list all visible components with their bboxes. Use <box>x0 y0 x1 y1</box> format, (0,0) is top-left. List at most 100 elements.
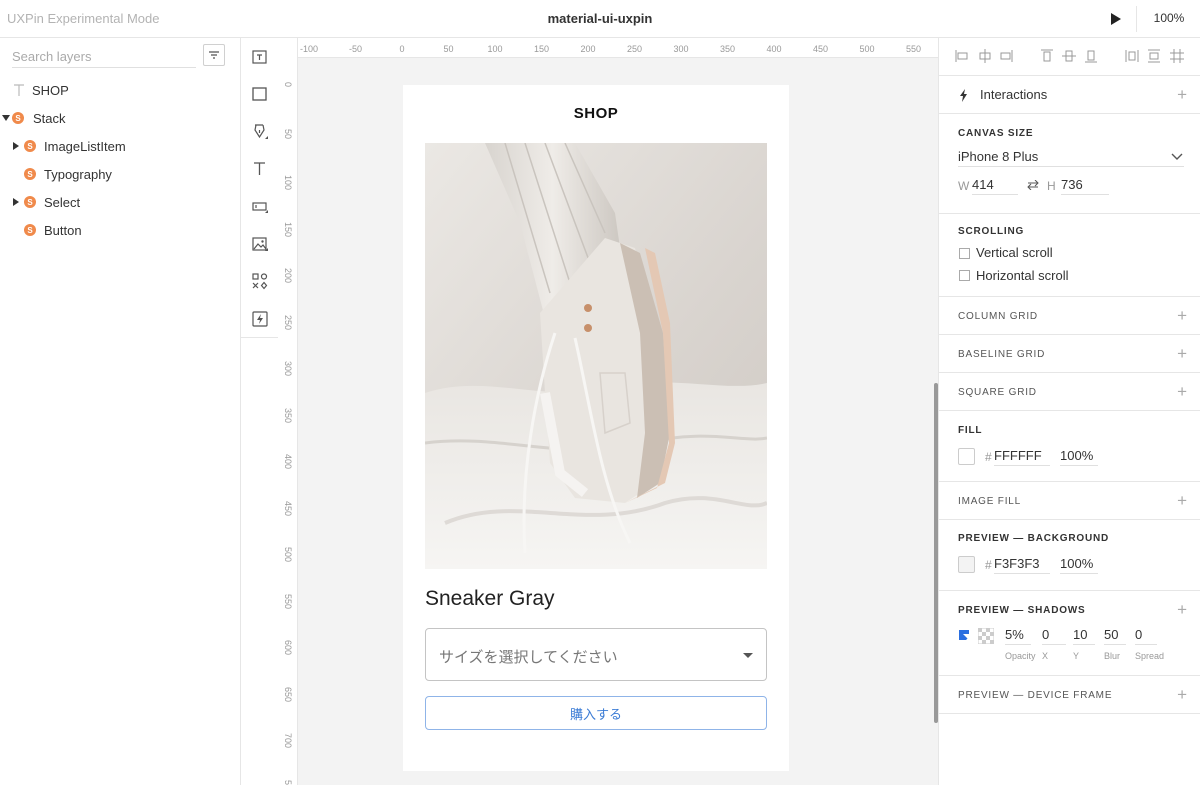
add-column-grid-button[interactable]: + <box>1177 307 1187 324</box>
add-image-fill-button[interactable]: + <box>1177 492 1187 509</box>
ruler-tick: -50 <box>348 44 363 54</box>
divider <box>958 166 1184 167</box>
layers-panel: SHOP S Stack S ImageListItem S Typograph… <box>0 38 241 785</box>
ruler-tick: 50 <box>283 779 293 785</box>
shadow-y-label: Y <box>1073 651 1080 661</box>
ruler-tick: 550 <box>283 593 293 609</box>
image-icon <box>252 237 268 251</box>
add-shadow-button[interactable]: + <box>1177 601 1187 618</box>
ruler-tick: 150 <box>533 44 550 54</box>
filter-icon <box>209 51 219 59</box>
add-device-frame-button[interactable]: + <box>1177 686 1187 703</box>
zoom-level[interactable]: 100% <box>1146 11 1192 25</box>
align-top-icon[interactable] <box>1039 48 1055 64</box>
horizontal-scroll-checkbox[interactable] <box>959 270 970 281</box>
shadow-opacity-input[interactable]: 5% <box>1005 627 1031 645</box>
text-tool[interactable] <box>250 159 270 179</box>
document-title[interactable]: material-ui-uxpin <box>548 11 653 26</box>
image-tool[interactable] <box>250 234 270 254</box>
swap-dimensions-icon[interactable] <box>1027 180 1039 190</box>
shadow-y-input[interactable]: 10 <box>1073 627 1095 645</box>
section-title: SCROLLING <box>958 226 1025 237</box>
ruler-tick: 100 <box>283 175 293 191</box>
distribute-vertical-icon[interactable] <box>1146 48 1162 64</box>
ruler-tick: 300 <box>673 44 689 54</box>
layer-item-select[interactable]: S Select <box>13 191 80 213</box>
distribute-horizontal-icon[interactable] <box>1124 48 1140 64</box>
dropdown-arrow-icon <box>743 653 753 658</box>
shadow-opacity-label: Opacity <box>1005 651 1036 661</box>
product-name[interactable]: Sneaker Gray <box>425 587 555 611</box>
shadow-color-swatch[interactable] <box>978 628 994 644</box>
rectangle-tool[interactable] <box>250 84 270 104</box>
buy-button[interactable]: 購入する <box>425 696 767 730</box>
shadow-blur-input[interactable]: 50 <box>1104 627 1126 645</box>
ruler-tick: 600 <box>283 640 293 656</box>
preview-play-button[interactable] <box>1104 8 1126 30</box>
add-interaction-button[interactable]: + <box>1177 86 1187 103</box>
ruler-tick: 350 <box>719 44 736 54</box>
artboard[interactable]: SHOP Sneaker Gray サイズを選択してください 購入する <box>403 85 789 771</box>
width-input[interactable]: 414 <box>972 177 1018 195</box>
chevron-down-icon[interactable] <box>1171 151 1183 161</box>
preview-bg-hex-input[interactable]: F3F3F3 <box>994 556 1050 574</box>
ruler-tick: 250 <box>626 44 643 54</box>
layer-item-button[interactable]: S Button <box>24 219 82 241</box>
align-right-icon[interactable] <box>998 48 1014 64</box>
width-label: W <box>958 179 970 193</box>
text-box-tool[interactable] <box>250 47 270 67</box>
caret-right-icon[interactable] <box>13 142 19 150</box>
section-title: PREVIEW — DEVICE FRAME <box>958 690 1113 701</box>
fill-opacity-input[interactable]: 100% <box>1060 448 1098 466</box>
layer-item-shop[interactable]: SHOP <box>12 79 69 101</box>
caret-right-icon[interactable] <box>13 198 19 206</box>
fill-hex-input[interactable]: FFFFFF <box>994 448 1050 466</box>
shadow-x-label: X <box>1042 651 1049 661</box>
input-tool[interactable] <box>250 196 270 216</box>
shadow-toggle-icon[interactable] <box>958 629 970 641</box>
section-title: BASELINE GRID <box>958 349 1046 360</box>
baseline-grid-section: BASELINE GRID + <box>939 335 1200 373</box>
image-fill-section: IMAGE FILL + <box>939 482 1200 520</box>
hash-label: # <box>985 558 992 572</box>
preview-bg-opacity-input[interactable]: 100% <box>1060 556 1098 574</box>
layer-item-typography[interactable]: S Typography <box>24 163 112 185</box>
top-bar: UXPin Experimental Mode material-ui-uxpi… <box>0 0 1200 38</box>
grid-icon[interactable] <box>1169 48 1185 64</box>
components-tool[interactable] <box>250 271 270 291</box>
product-image[interactable] <box>425 143 767 569</box>
tools-bar <box>241 38 278 338</box>
components-icon <box>252 273 268 290</box>
ruler-tick: -100 <box>299 44 319 54</box>
align-bottom-icon[interactable] <box>1083 48 1099 64</box>
pen-tool[interactable] <box>250 122 270 142</box>
design-canvas[interactable]: -100 -50 0 50 100 150 200 250 300 350 400 450 500 550… <box>278 38 938 785</box>
shop-title[interactable]: SHOP <box>403 105 789 122</box>
shadow-x-input[interactable]: 0 <box>1042 627 1066 645</box>
layer-item-stack[interactable]: S Stack <box>2 107 66 129</box>
preview-bg-color-swatch[interactable] <box>958 556 975 573</box>
add-baseline-grid-button[interactable]: + <box>1177 345 1187 362</box>
ruler-tick: 50 <box>283 128 293 139</box>
size-select[interactable]: サイズを選択してください <box>425 628 767 681</box>
align-center-horizontal-icon[interactable] <box>977 48 993 64</box>
layer-label: Typography <box>44 166 112 182</box>
ruler-tick: 250 <box>283 314 293 330</box>
align-middle-vertical-icon[interactable] <box>1061 48 1077 64</box>
add-square-grid-button[interactable]: + <box>1177 383 1187 400</box>
interactions-tool[interactable] <box>250 309 270 329</box>
search-layers-input[interactable] <box>12 46 196 68</box>
filter-button[interactable] <box>203 44 225 66</box>
caret-down-icon[interactable] <box>2 115 10 121</box>
fill-color-swatch[interactable] <box>958 448 975 465</box>
align-left-icon[interactable] <box>954 48 970 64</box>
height-input[interactable]: 736 <box>1061 177 1109 195</box>
layer-item-imagelistitem[interactable]: S ImageListItem <box>13 135 126 157</box>
device-select-value[interactable]: iPhone 8 Plus <box>958 149 1038 164</box>
ruler-tick: 350 <box>283 407 293 423</box>
shadow-spread-input[interactable]: 0 <box>1135 627 1157 645</box>
section-title: PREVIEW — BACKGROUND <box>958 533 1110 544</box>
vertical-scroll-checkbox[interactable] <box>959 248 970 259</box>
ruler-tick: 500 <box>283 547 293 563</box>
horizontal-scroll-label: Horizontal scroll <box>976 268 1069 283</box>
